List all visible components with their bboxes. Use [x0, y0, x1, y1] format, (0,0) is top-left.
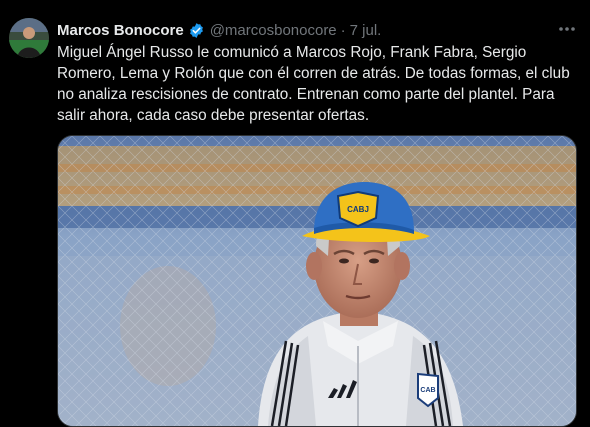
tweet-header: Marcos Bonocore @marcosbonocore · 7 jul. [57, 20, 381, 40]
avatar[interactable] [9, 18, 49, 58]
author-name[interactable]: Marcos Bonocore [57, 22, 184, 39]
tweet-date[interactable]: 7 jul. [350, 22, 382, 39]
verified-badge-icon [188, 22, 205, 39]
tweet[interactable]: Marcos Bonocore @marcosbonocore · 7 jul.… [0, 0, 590, 427]
cap-badge-text: CABJ [347, 205, 369, 214]
separator: · [340, 21, 346, 39]
tweet-text: Miguel Ángel Russo le comunicó a Marcos … [57, 44, 570, 124]
jacket-badge-text: CAB [420, 387, 435, 394]
author-handle[interactable]: @marcosbonocore [210, 22, 337, 39]
tweet-media-image[interactable]: CABJ CAB [57, 135, 577, 427]
more-horizontal-icon[interactable] [556, 18, 578, 40]
